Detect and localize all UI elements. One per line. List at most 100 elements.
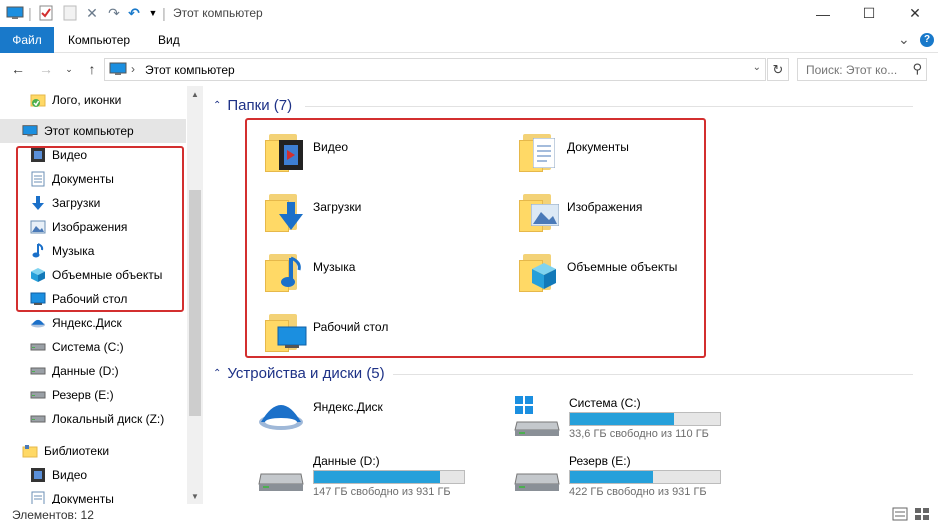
delete-icon[interactable]: ✕: [82, 4, 102, 22]
folder-pictures[interactable]: Изображения: [519, 188, 769, 246]
nav-item-label: Изображения: [52, 220, 128, 234]
maximize-button[interactable]: ☐: [846, 0, 892, 27]
drive-free-space: 33,6 ГБ свободно из 110 ГБ: [569, 428, 709, 440]
nav-item-video[interactable]: Видео: [0, 143, 186, 167]
nav-item-label: Музыка: [52, 244, 95, 258]
nav-item-system-c[interactable]: Система (C:): [0, 335, 186, 359]
drive-icon: [30, 411, 46, 427]
drive-icon: [30, 363, 46, 379]
details-view-icon[interactable]: [892, 507, 908, 521]
tab-computer[interactable]: Компьютер: [56, 27, 142, 53]
address-path: Этот компьютер: [145, 63, 235, 77]
yandex-disk-icon: [257, 394, 305, 442]
nav-item-data-d[interactable]: Данные (D:): [0, 359, 186, 383]
expand-ribbon-icon[interactable]: ⌄: [898, 31, 912, 49]
documents-icon: [30, 171, 46, 187]
nav-item-library-documents[interactable]: Документы: [0, 487, 186, 504]
address-bar[interactable]: › Этот компьютер ⌄: [104, 58, 766, 81]
properties-icon[interactable]: [36, 4, 56, 22]
downloads-folder-icon: [265, 188, 305, 236]
nav-item-documents[interactable]: Документы: [0, 167, 186, 191]
folder-documents[interactable]: Документы: [519, 128, 769, 186]
nav-item-local-disk-z[interactable]: Локальный диск (Z:): [0, 407, 186, 431]
3d-objects-folder-icon: [519, 248, 559, 296]
nav-item-downloads[interactable]: Загрузки: [0, 191, 186, 215]
folder-3d-objects[interactable]: Объемные объекты: [519, 248, 769, 306]
drive-name: Данные (D:): [313, 454, 380, 468]
drive-usage-fill: [570, 413, 674, 425]
collapse-icon[interactable]: ⌃: [213, 100, 221, 111]
group-title: Устройства и диски (5): [227, 364, 385, 382]
tab-view[interactable]: Вид: [146, 27, 192, 53]
search-box[interactable]: ⚲: [797, 58, 927, 81]
redo-icon[interactable]: ↷: [104, 4, 124, 22]
nav-item-label: Видео: [52, 148, 88, 162]
drive-usage-bar: [313, 470, 465, 484]
nav-item-library-video[interactable]: Видео: [0, 463, 186, 487]
folder-downloads[interactable]: Загрузки: [265, 188, 515, 246]
folder-label: Видео: [313, 140, 349, 154]
nav-item-label: Лого, иконки: [52, 93, 122, 107]
collapse-icon[interactable]: ⌃: [213, 368, 221, 379]
undo-icon[interactable]: ↶: [124, 4, 144, 22]
folder-label: Объемные объекты: [567, 260, 678, 274]
minimize-button[interactable]: —: [800, 0, 846, 27]
nav-item-music[interactable]: Музыка: [0, 239, 186, 263]
address-dropdown-icon[interactable]: ⌄: [753, 62, 761, 73]
forward-icon[interactable]: →: [36, 59, 56, 79]
up-icon[interactable]: ↑: [82, 59, 102, 79]
close-button[interactable]: ✕: [892, 0, 938, 27]
customize-toolbar-icon[interactable]: ▼: [146, 4, 160, 22]
drive-reserve-e[interactable]: Резерв (E:) 422 ГБ свободно из 931 ГБ: [513, 452, 763, 502]
drive-usage-fill: [314, 471, 440, 483]
refresh-button[interactable]: ↻: [767, 58, 789, 81]
nav-item-3d-objects[interactable]: Объемные объекты: [0, 263, 186, 287]
drive-name: Резерв (E:): [569, 454, 631, 468]
group-header-drives[interactable]: ⌃ Устройства и диски (5): [213, 363, 385, 383]
group-header-folders[interactable]: ⌃ Папки (7): [213, 95, 292, 115]
nav-item-yandex-disk[interactable]: Яндекс.Диск: [0, 311, 186, 335]
pictures-folder-icon: [519, 188, 559, 236]
documents-icon: [30, 491, 46, 504]
nav-item-label: Этот компьютер: [44, 124, 134, 138]
tab-file[interactable]: Файл: [0, 27, 54, 53]
ribbon-tabs: Файл Компьютер Вид ⌄ ?: [0, 27, 938, 53]
nav-scrollbar[interactable]: ▲ ▼: [187, 86, 203, 504]
drive-icon: [257, 452, 305, 500]
group-title: Папки (7): [227, 96, 293, 114]
nav-item-pictures[interactable]: Изображения: [0, 215, 186, 239]
nav-item-label: Данные (D:): [52, 364, 119, 378]
computer-icon[interactable]: [4, 4, 26, 22]
nav-item-reserve-e[interactable]: Резерв (E:): [0, 383, 186, 407]
folder-label: Рабочий стол: [313, 320, 389, 334]
address-row: ← → ⌄ ↑ › Этот компьютер ⌄ ↻ ⚲: [0, 53, 938, 86]
drive-icon: [30, 387, 46, 403]
content-scrollbar[interactable]: [920, 86, 938, 504]
scroll-down-icon[interactable]: ▼: [187, 488, 203, 504]
yandex-disk-icon: [30, 315, 46, 331]
folder-label: Документы: [567, 140, 629, 154]
title-bar: | ✕ ↷ ↶ ▼ | Этот компьютер — ☐ ✕: [0, 0, 938, 27]
scrollbar-thumb[interactable]: [189, 190, 201, 416]
nav-item-label: Объемные объекты: [52, 268, 163, 282]
nav-item-libraries[interactable]: Библиотеки: [0, 439, 186, 463]
scroll-up-icon[interactable]: ▲: [187, 86, 203, 102]
drive-system-c[interactable]: Система (C:) 33,6 ГБ свободно из 110 ГБ: [513, 394, 763, 444]
recent-locations-icon[interactable]: ⌄: [62, 59, 76, 79]
new-folder-icon[interactable]: [60, 4, 80, 22]
nav-item-this-pc[interactable]: Этот компьютер: [0, 119, 186, 143]
large-icons-view-icon[interactable]: [914, 507, 930, 521]
back-icon[interactable]: ←: [8, 59, 28, 79]
drive-usage-bar: [569, 412, 721, 426]
nav-item-logo-icons[interactable]: Лого, иконки: [0, 88, 186, 112]
folder-desktop[interactable]: Рабочий стол: [265, 308, 515, 366]
search-input[interactable]: [798, 59, 898, 80]
nav-item-desktop[interactable]: Рабочий стол: [0, 287, 186, 311]
folder-video[interactable]: Видео: [265, 128, 515, 186]
folder-music[interactable]: Музыка: [265, 248, 515, 306]
drive-yandex-disk[interactable]: Яндекс.Диск: [257, 394, 507, 444]
drive-data-d[interactable]: Данные (D:) 147 ГБ свободно из 931 ГБ: [257, 452, 507, 502]
help-icon[interactable]: ?: [920, 33, 934, 47]
nav-item-label: Библиотеки: [44, 444, 110, 458]
desktop-folder-icon: [265, 308, 307, 356]
